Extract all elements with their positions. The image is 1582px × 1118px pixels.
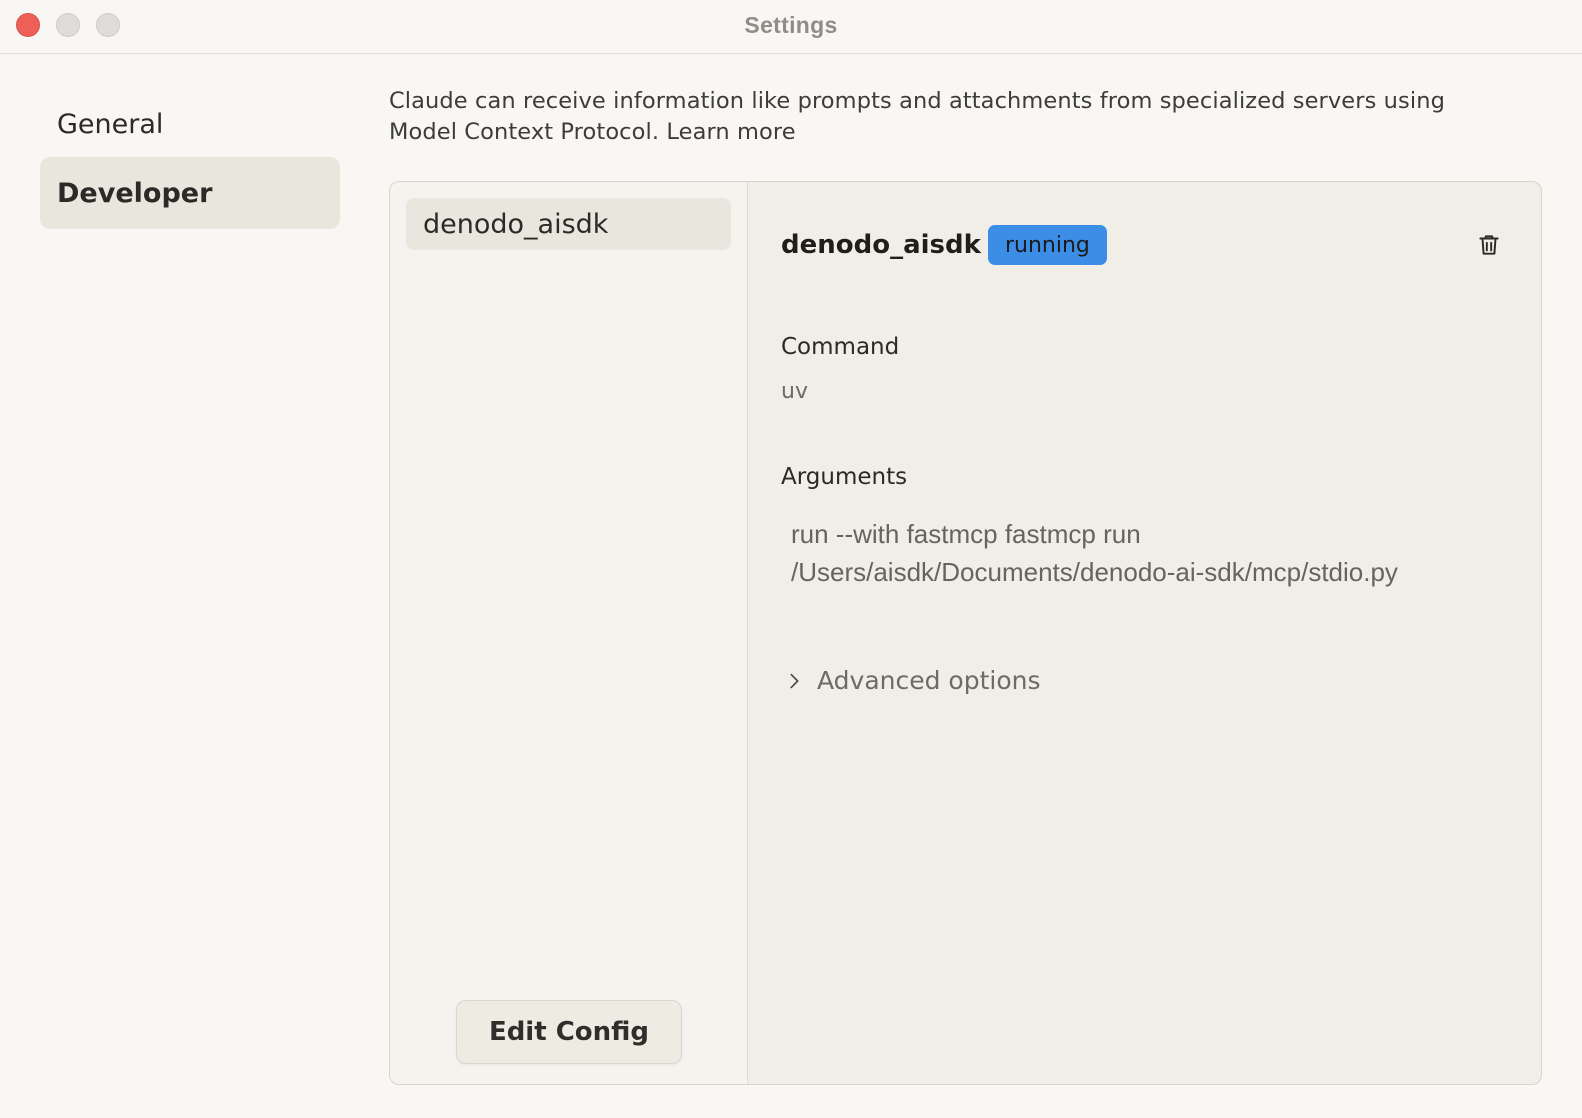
- command-label: Command: [781, 334, 900, 360]
- mcp-description: Claude can receive information like prom…: [389, 86, 1519, 148]
- edit-config-button[interactable]: Edit Config: [456, 1000, 682, 1064]
- sidebar-item-label: General: [57, 108, 164, 140]
- arguments-line: /Users/aisdk/Documents/denodo-ai-sdk/mcp…: [791, 557, 1398, 587]
- title-bar: Settings: [0, 0, 1582, 54]
- trash-icon[interactable]: [1476, 232, 1502, 258]
- mcp-description-text: Claude can receive information like prom…: [389, 88, 1445, 145]
- server-title: denodo_aisdk: [781, 230, 981, 260]
- window-title: Settings: [744, 12, 838, 38]
- arguments-line: run --with fastmcp fastmcp run: [791, 519, 1141, 549]
- settings-window: Settings General Developer Claude can re…: [0, 0, 1582, 1118]
- arguments-value: run --with fastmcp fastmcp run /Users/ai…: [791, 515, 1491, 591]
- advanced-options-toggle[interactable]: Advanced options: [783, 666, 1041, 695]
- sidebar-item-label: Developer: [57, 177, 213, 209]
- sidebar-item-general[interactable]: General: [40, 88, 340, 160]
- learn-more-link[interactable]: Learn more: [666, 119, 795, 145]
- mcp-servers-panel: denodo_aisdk Edit Config denodo_aisdk ru…: [389, 181, 1542, 1085]
- arguments-label: Arguments: [781, 464, 908, 490]
- server-list: denodo_aisdk Edit Config: [390, 182, 748, 1084]
- server-detail: denodo_aisdk running Command uv Argument…: [748, 182, 1541, 1084]
- status-badge: running: [988, 225, 1107, 265]
- server-list-item[interactable]: denodo_aisdk: [406, 198, 731, 250]
- command-value: uv: [781, 379, 808, 404]
- sidebar-item-developer[interactable]: Developer: [40, 157, 340, 229]
- advanced-options-label: Advanced options: [817, 666, 1041, 695]
- chevron-right-icon: [790, 673, 799, 688]
- status-badge-label: running: [1005, 232, 1090, 258]
- server-list-item-label: denodo_aisdk: [423, 208, 609, 240]
